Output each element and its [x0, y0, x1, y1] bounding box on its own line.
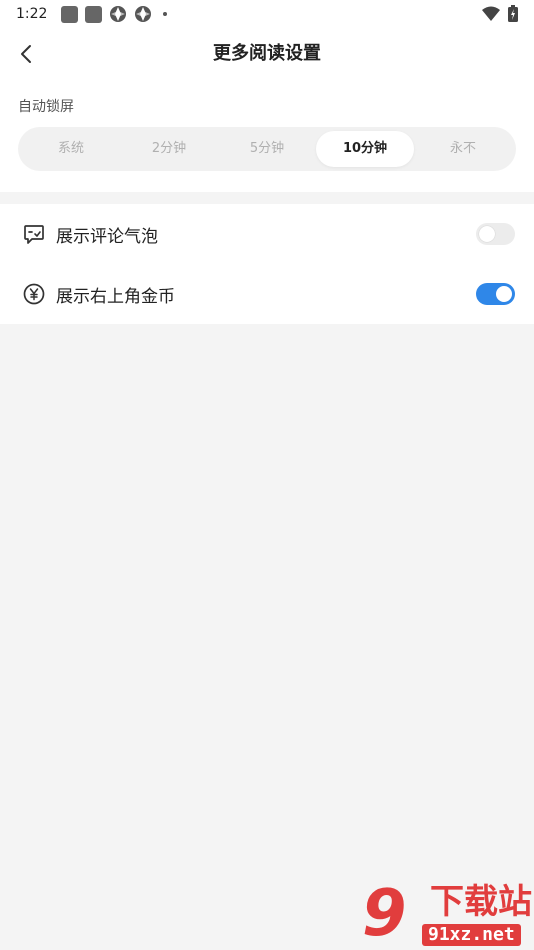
auto-lock-option-system[interactable]: 系统 — [22, 131, 120, 167]
coin-toggle[interactable] — [476, 283, 515, 305]
auto-lock-option-never[interactable]: 永不 — [414, 131, 512, 167]
setting-row-comment-bubble: 展示评论气泡 — [0, 204, 534, 264]
status-time: 1:22 — [16, 6, 48, 22]
auto-lock-option-10min[interactable]: 10分钟 — [316, 131, 414, 167]
app-notification-icon — [85, 5, 103, 23]
toggle-knob — [496, 286, 512, 302]
more-notifications-dot — [163, 12, 168, 16]
auto-lock-option-2min[interactable]: 2分钟 — [120, 131, 218, 167]
app-notification-icon — [61, 5, 79, 23]
screen: 1:22 更多阅读设置 自动锁屏 系统 2分钟 5分钟 10分钟 永不 展示评论… — [0, 0, 534, 950]
status-bar: 1:22 — [0, 0, 534, 28]
toggle-settings-list: 展示评论气泡 展示右上角金币 — [0, 204, 534, 324]
setting-row-coin: 展示右上角金币 — [0, 264, 534, 324]
coin-label: 展示右上角金币 — [56, 286, 175, 307]
auto-lock-option-5min[interactable]: 5分钟 — [218, 131, 316, 167]
auto-lock-section: 自动锁屏 系统 2分钟 5分钟 10分钟 永不 — [0, 82, 534, 192]
yen-coin-icon — [23, 283, 45, 305]
header: 更多阅读设置 — [0, 28, 534, 82]
system-icons — [482, 5, 518, 22]
aperture-icon — [110, 6, 127, 22]
watermark-logo: 9 — [362, 877, 407, 950]
toggle-knob — [479, 226, 495, 242]
comment-bubble-icon — [24, 225, 44, 244]
wifi-icon — [482, 6, 500, 21]
watermark: 9 下载站 91xz.net — [360, 878, 532, 950]
notification-icons — [61, 5, 168, 23]
aperture-icon — [135, 6, 152, 22]
auto-lock-segmented-control: 系统 2分钟 5分钟 10分钟 永不 — [18, 127, 516, 171]
page-title: 更多阅读设置 — [213, 43, 321, 64]
battery-icon — [508, 5, 518, 22]
watermark-url: 91xz.net — [422, 924, 521, 946]
watermark-title: 下载站 — [430, 882, 532, 922]
comment-bubble-label: 展示评论气泡 — [56, 226, 158, 247]
auto-lock-label: 自动锁屏 — [18, 99, 74, 115]
comment-bubble-toggle[interactable] — [476, 223, 515, 245]
